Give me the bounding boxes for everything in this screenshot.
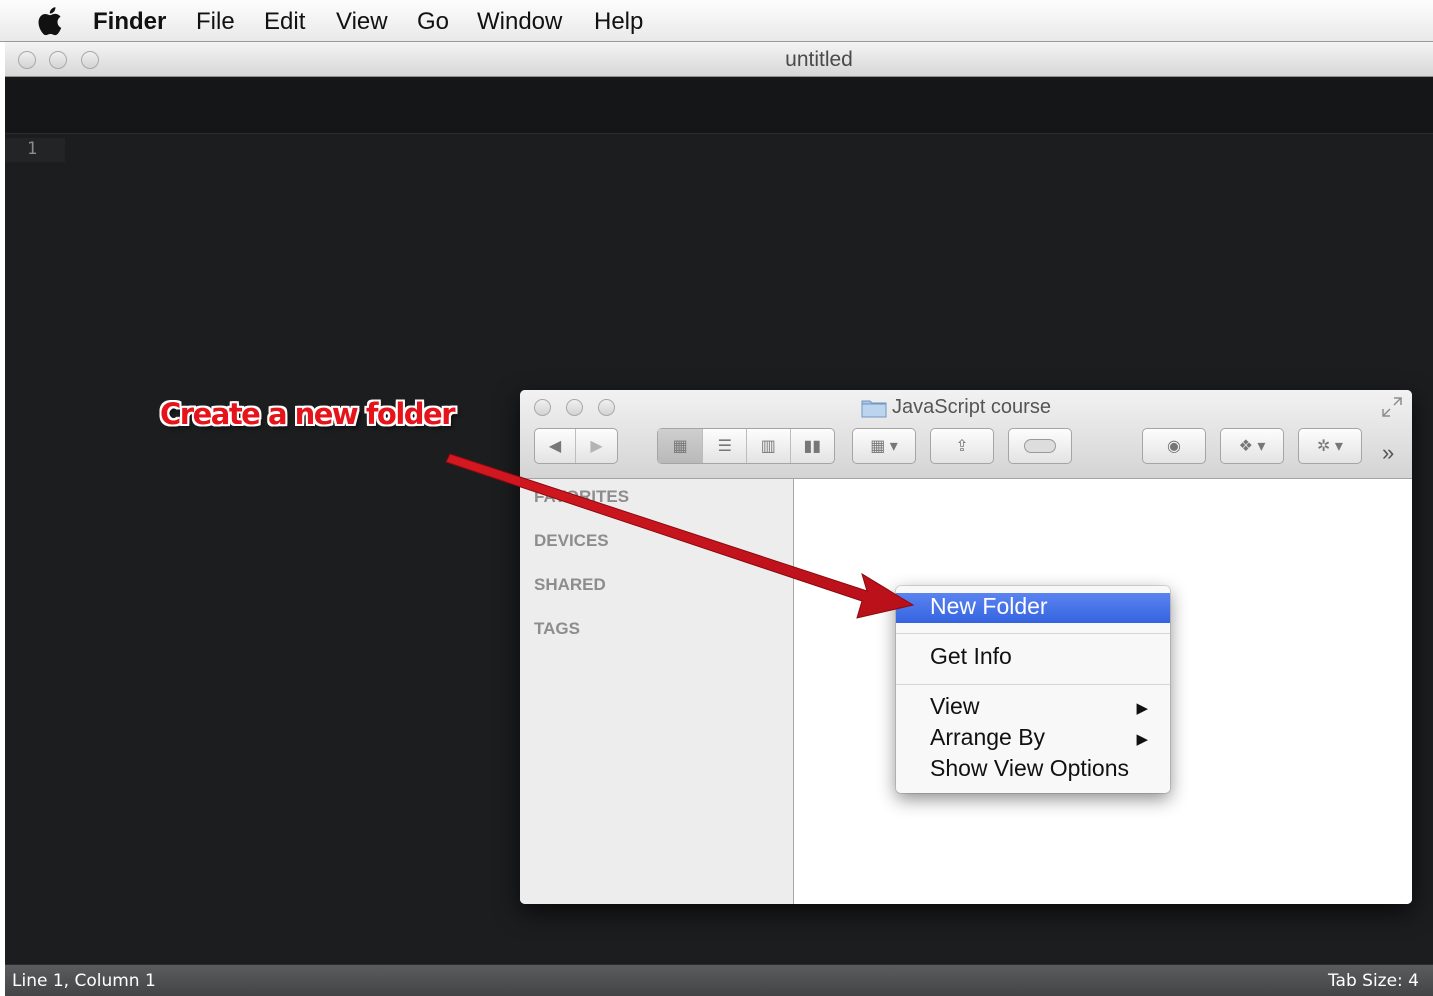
finder-sidebar: FAVORITES DEVICES SHARED TAGS — [520, 479, 794, 904]
quick-look-button[interactable]: ◉ — [1142, 428, 1206, 464]
view-mode-buttons[interactable]: ▦ ☰ ▥ ▮▮ — [657, 428, 835, 464]
folder-icon — [861, 400, 887, 418]
tab-size-indicator[interactable]: Tab Size: 4 — [1328, 971, 1419, 991]
menu-item-new-folder[interactable]: New Folder — [896, 593, 1170, 623]
finder-window-title: JavaScript course — [892, 396, 1051, 418]
tag-icon — [1024, 439, 1056, 453]
menu-view[interactable]: View — [336, 8, 388, 36]
eye-icon: ◉ — [1167, 438, 1181, 455]
gear-icon: ✲ ▾ — [1317, 438, 1343, 455]
list-view-icon[interactable]: ☰ — [703, 429, 747, 463]
menu-item-label: View — [930, 693, 980, 719]
coverflow-view-icon[interactable]: ▮▮ — [791, 429, 835, 463]
sidebar-devices[interactable]: DEVICES — [534, 531, 609, 551]
back-arrow-icon[interactable]: ◀ — [535, 429, 577, 463]
cursor-position: Line 1, Column 1 — [12, 971, 156, 991]
apple-logo-icon[interactable] — [36, 6, 62, 36]
menu-item-arrange-by[interactable]: Arrange By ▶ — [896, 724, 1170, 754]
dropbox-icon: ❖ ▾ — [1238, 438, 1266, 455]
menu-item-get-info[interactable]: Get Info — [896, 643, 1170, 673]
menu-item-label: Show View Options — [930, 755, 1130, 781]
submenu-arrow-icon: ▶ — [1136, 731, 1148, 748]
icon-view-icon[interactable]: ▦ — [658, 429, 704, 463]
back-forward-buttons[interactable]: ◀ ▶ — [534, 428, 618, 464]
finder-zoom-button[interactable] — [598, 399, 615, 416]
dropbox-button[interactable]: ❖ ▾ — [1220, 428, 1284, 464]
menu-help[interactable]: Help — [594, 8, 643, 36]
menu-go[interactable]: Go — [417, 8, 449, 36]
menu-bar: Finder File Edit View Go Window Help — [0, 0, 1433, 42]
action-button[interactable]: ✲ ▾ — [1298, 428, 1362, 464]
menu-edit[interactable]: Edit — [264, 8, 305, 36]
menu-item-label: Get Info — [930, 643, 1012, 669]
finder-minimize-button[interactable] — [566, 399, 583, 416]
toolbar-overflow-icon[interactable]: » — [1382, 440, 1394, 466]
menu-item-show-view-options[interactable]: Show View Options — [896, 755, 1170, 785]
menu-file[interactable]: File — [196, 8, 235, 36]
annotation-label: Create a new folder — [160, 397, 456, 431]
fullscreen-icon[interactable] — [1381, 396, 1403, 418]
window-title: untitled — [785, 48, 853, 71]
menu-separator — [896, 633, 1170, 634]
sidebar-favorites[interactable]: FAVORITES — [534, 487, 629, 507]
menu-finder[interactable]: Finder — [93, 8, 166, 36]
tags-button[interactable] — [1008, 428, 1072, 464]
tab-bar — [5, 77, 1433, 134]
menu-item-view[interactable]: View ▶ — [896, 693, 1170, 723]
finder-close-button[interactable] — [534, 399, 551, 416]
menu-separator — [896, 684, 1170, 685]
share-icon: ⇪ — [955, 438, 969, 455]
arrange-icon: ▦ ▾ — [870, 438, 898, 455]
arrange-button[interactable]: ▦ ▾ — [852, 428, 916, 464]
context-menu: New Folder Get Info View ▶ Arrange By ▶ … — [896, 586, 1170, 793]
status-bar: Line 1, Column 1 Tab Size: 4 — [5, 964, 1433, 996]
share-button[interactable]: ⇪ — [930, 428, 994, 464]
forward-arrow-icon[interactable]: ▶ — [576, 429, 617, 463]
column-view-icon[interactable]: ▥ — [747, 429, 791, 463]
menu-window[interactable]: Window — [477, 8, 562, 36]
editor-titlebar[interactable]: untitled — [5, 42, 1433, 77]
sidebar-tags[interactable]: TAGS — [534, 619, 580, 639]
submenu-arrow-icon: ▶ — [1136, 700, 1148, 717]
finder-toolbar: JavaScript course ◀ ▶ ▦ ☰ ▥ ▮▮ ▦ ▾ ⇪ ◉ ❖… — [520, 390, 1412, 479]
sidebar-shared[interactable]: SHARED — [534, 575, 606, 595]
menu-item-label: New Folder — [930, 593, 1048, 619]
menu-item-label: Arrange By — [930, 724, 1046, 750]
line-number: 1 — [5, 138, 65, 162]
